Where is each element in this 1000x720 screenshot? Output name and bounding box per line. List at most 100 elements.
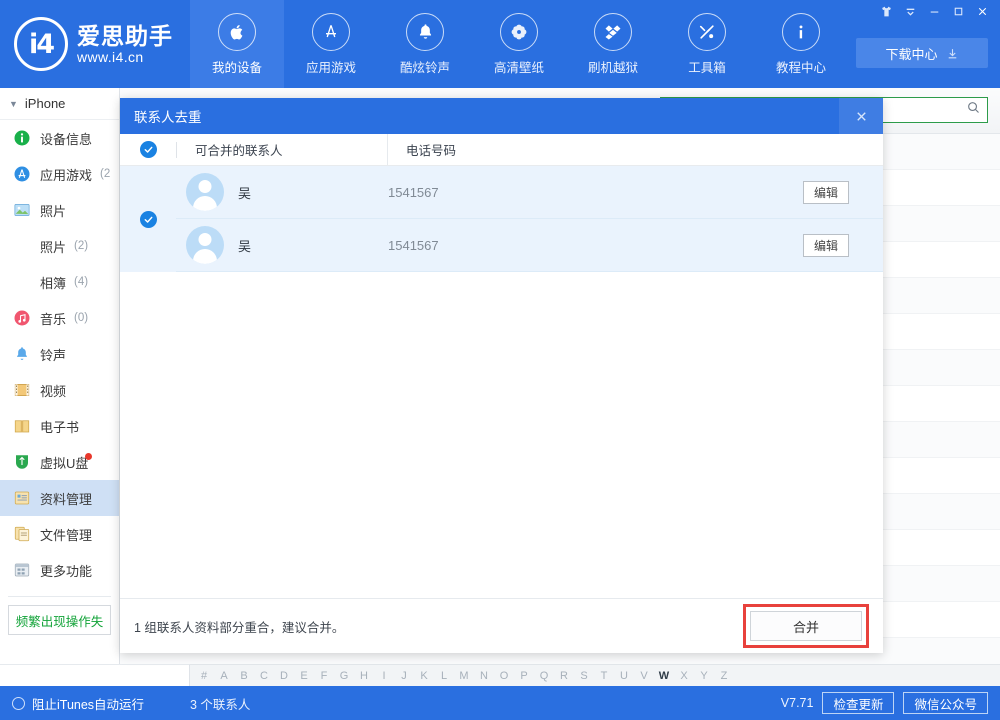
contact-phone: 1541567 xyxy=(388,238,439,253)
chevron-down-icon: ▼ xyxy=(9,99,18,109)
alpha-index-letter[interactable]: M xyxy=(454,670,474,682)
edit-button[interactable]: 编辑 xyxy=(803,234,849,257)
dialog-title-bar: 联系人去重 xyxy=(120,98,883,134)
sidebar-item-data-management[interactable]: 资料管理 xyxy=(0,480,119,516)
brand-url: www.i4.cn xyxy=(77,50,173,65)
sidebar-item-photos-sub[interactable]: 照片 (2) xyxy=(0,228,119,264)
wechat-button[interactable]: 微信公众号 xyxy=(903,692,988,714)
download-arrow-icon xyxy=(946,47,959,60)
chevron-down-icon[interactable] xyxy=(898,1,922,21)
alpha-index-letter[interactable]: Z xyxy=(714,670,734,682)
sidebar-item-label: 设备信息 xyxy=(40,129,92,148)
nav-my-device[interactable]: 我的设备 xyxy=(190,0,284,88)
window-controls xyxy=(874,0,994,22)
sidebar-item-label: 应用游戏 xyxy=(40,165,92,184)
alpha-index-letter[interactable]: T xyxy=(594,670,614,682)
alpha-index-letter[interactable]: V xyxy=(634,670,654,682)
alpha-index-letter[interactable]: L xyxy=(434,670,454,682)
download-center-label: 下载中心 xyxy=(885,44,937,63)
sidebar-item-label: 照片 xyxy=(40,237,66,256)
alpha-index-letter[interactable]: Y xyxy=(694,670,714,682)
alpha-index-letter[interactable]: D xyxy=(274,670,294,682)
device-header[interactable]: ▼ iPhone xyxy=(0,88,119,120)
nav-apps-games[interactable]: 应用游戏 xyxy=(284,0,378,88)
alpha-index-letter[interactable]: W xyxy=(654,670,674,682)
group-checkbox[interactable] xyxy=(140,211,157,228)
alpha-index-letter[interactable]: G xyxy=(334,670,354,682)
alpha-index-letter[interactable]: P xyxy=(514,670,534,682)
sidebar-item-virtual-usb[interactable]: 虚拟U盘 xyxy=(0,444,119,480)
itunes-block-toggle[interactable]: 阻止iTunes自动运行 xyxy=(0,694,190,713)
alpha-index-letter[interactable]: I xyxy=(374,670,394,682)
alpha-index-letter[interactable]: S xyxy=(574,670,594,682)
select-all-checkbox[interactable] xyxy=(140,141,157,158)
info-icon xyxy=(782,13,820,51)
close-icon[interactable] xyxy=(970,1,994,21)
nav-flash-jailbreak[interactable]: 刷机越狱 xyxy=(566,0,660,88)
sidebar-item-ebooks[interactable]: 电子书 xyxy=(0,408,119,444)
flower-icon xyxy=(500,13,538,51)
sidebar-item-ringtones[interactable]: 铃声 xyxy=(0,336,119,372)
alpha-index-letter[interactable]: A xyxy=(214,670,234,682)
close-icon[interactable] xyxy=(839,98,883,134)
nav-ringtones[interactable]: 酷炫铃声 xyxy=(378,0,472,88)
table-row[interactable]: 吴 1541567 编辑 xyxy=(176,219,883,272)
alpha-index-letter[interactable]: # xyxy=(194,670,214,682)
nav-label: 应用游戏 xyxy=(306,57,356,76)
sidebar-item-apps-games[interactable]: 应用游戏 (2 xyxy=(0,156,119,192)
minimize-icon[interactable] xyxy=(922,1,946,21)
sidebar-help-button[interactable]: 频繁出现操作失 xyxy=(8,605,111,635)
download-center-button[interactable]: 下载中心 xyxy=(856,38,988,68)
alpha-index-letter[interactable]: O xyxy=(494,670,514,682)
alpha-index-letter[interactable]: B xyxy=(234,670,254,682)
group-checkbox-cell xyxy=(120,166,176,272)
nav-wallpapers[interactable]: 高清壁纸 xyxy=(472,0,566,88)
column-header-name: 可合并的联系人 xyxy=(177,140,387,159)
alpha-index-letter[interactable]: J xyxy=(394,670,414,682)
contact-phone: 1541567 xyxy=(388,185,439,200)
sidebar-item-label: 资料管理 xyxy=(40,489,92,508)
merge-button-highlight: 合并 xyxy=(743,604,869,648)
duplicate-group: 吴 1541567 编辑 吴 1541567 编辑 xyxy=(120,166,883,272)
alpha-index-letter[interactable]: H xyxy=(354,670,374,682)
sidebar-item-label: 文件管理 xyxy=(40,525,92,544)
alpha-index-letter[interactable]: X xyxy=(674,670,694,682)
sidebar-item-label: 更多功能 xyxy=(40,561,92,580)
edit-button[interactable]: 编辑 xyxy=(803,181,849,204)
sidebar-footer-spacer xyxy=(0,664,190,686)
alpha-index-letter[interactable]: R xyxy=(554,670,574,682)
sidebar-item-label: 相簿 xyxy=(40,273,66,292)
nav-label: 我的设备 xyxy=(212,57,262,76)
alpha-index-letter[interactable]: N xyxy=(474,670,494,682)
check-update-button[interactable]: 检查更新 xyxy=(822,692,894,714)
sidebar-item-photos[interactable]: 照片 xyxy=(0,192,119,228)
alpha-index-letter[interactable]: Q xyxy=(534,670,554,682)
sidebar-item-more-features[interactable]: 更多功能 xyxy=(0,552,119,588)
alpha-index-letter[interactable]: F xyxy=(314,670,334,682)
sidebar-item-label: 视频 xyxy=(40,381,66,400)
sidebar-item-file-management[interactable]: 文件管理 xyxy=(0,516,119,552)
sidebar-item-label: 铃声 xyxy=(40,345,66,364)
nav-toolbox[interactable]: 工具箱 xyxy=(660,0,754,88)
contact-name: 吴 xyxy=(238,236,388,255)
alpha-index-letter[interactable]: K xyxy=(414,670,434,682)
alpha-index-letter[interactable]: U xyxy=(614,670,634,682)
alpha-index-letter[interactable]: C xyxy=(254,670,274,682)
sidebar-item-music[interactable]: 音乐 (0) xyxy=(0,300,119,336)
table-row[interactable]: 吴 1541567 编辑 xyxy=(176,166,883,219)
sidebar-item-label: 照片 xyxy=(40,201,66,220)
skin-icon[interactable] xyxy=(874,1,898,21)
brand-name: 爱思助手 xyxy=(77,24,173,48)
merge-button[interactable]: 合并 xyxy=(750,611,862,641)
status-bar: 阻止iTunes自动运行 3 个联系人 V7.71 检查更新 微信公众号 xyxy=(0,686,1000,720)
nav-label: 高清壁纸 xyxy=(494,57,544,76)
maximize-icon[interactable] xyxy=(946,1,970,21)
contact-count-label: 3 个联系人 xyxy=(190,694,250,713)
i4-logo-icon: i4 xyxy=(14,17,68,71)
sidebar-item-videos[interactable]: 视频 xyxy=(0,372,119,408)
nav-tutorial-center[interactable]: 教程中心 xyxy=(754,0,848,88)
sidebar-item-albums[interactable]: 相簿 (4) xyxy=(0,264,119,300)
avatar xyxy=(186,173,224,211)
sidebar-item-device-info[interactable]: 设备信息 xyxy=(0,120,119,156)
alpha-index-letter[interactable]: E xyxy=(294,670,314,682)
